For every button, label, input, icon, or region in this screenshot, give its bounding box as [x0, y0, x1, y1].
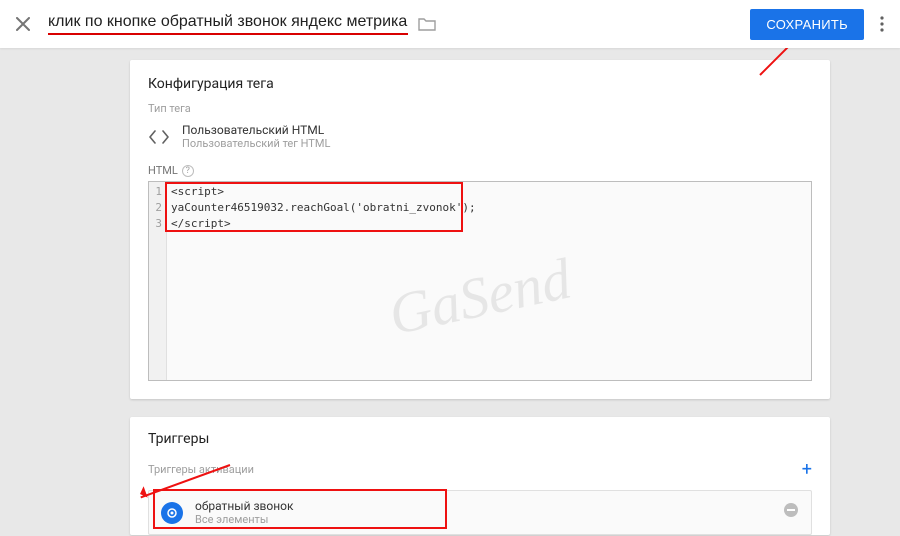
tag-title-input[interactable]: [48, 13, 408, 35]
annotation-highlight: [153, 489, 447, 529]
html-code-editor[interactable]: 1 2 3 <script> yaCounter46519032.reachGo…: [148, 181, 812, 381]
annotation-highlight: [165, 182, 463, 232]
html-field-label: HTML: [148, 164, 178, 177]
header-bar: СОХРАНИТЬ: [0, 0, 900, 48]
tag-type-selector[interactable]: Пользовательский HTML Пользовательский т…: [148, 123, 812, 150]
help-icon[interactable]: ?: [182, 165, 194, 177]
more-menu-icon[interactable]: [880, 16, 884, 32]
section-title: Триггеры: [130, 417, 830, 453]
code-brackets-icon: [148, 130, 170, 144]
close-icon[interactable]: [16, 17, 30, 31]
triggers-card: Триггеры Триггеры активации + обратный з…: [130, 417, 830, 535]
save-button[interactable]: СОХРАНИТЬ: [750, 9, 864, 40]
add-trigger-icon[interactable]: +: [802, 459, 812, 480]
tag-type-subtitle: Пользовательский тег HTML: [182, 137, 330, 150]
trigger-row[interactable]: обратный звонок Все элементы: [148, 490, 812, 535]
tag-type-label: Тип тега: [148, 102, 812, 115]
section-title: Конфигурация тега: [148, 76, 812, 92]
remove-trigger-icon[interactable]: [783, 502, 799, 523]
tag-type-name: Пользовательский HTML: [182, 123, 330, 137]
activation-triggers-label: Триггеры активации: [148, 463, 254, 476]
tag-config-card: Конфигурация тега Тип тега Пользовательс…: [130, 60, 830, 399]
folder-icon[interactable]: [418, 17, 436, 31]
